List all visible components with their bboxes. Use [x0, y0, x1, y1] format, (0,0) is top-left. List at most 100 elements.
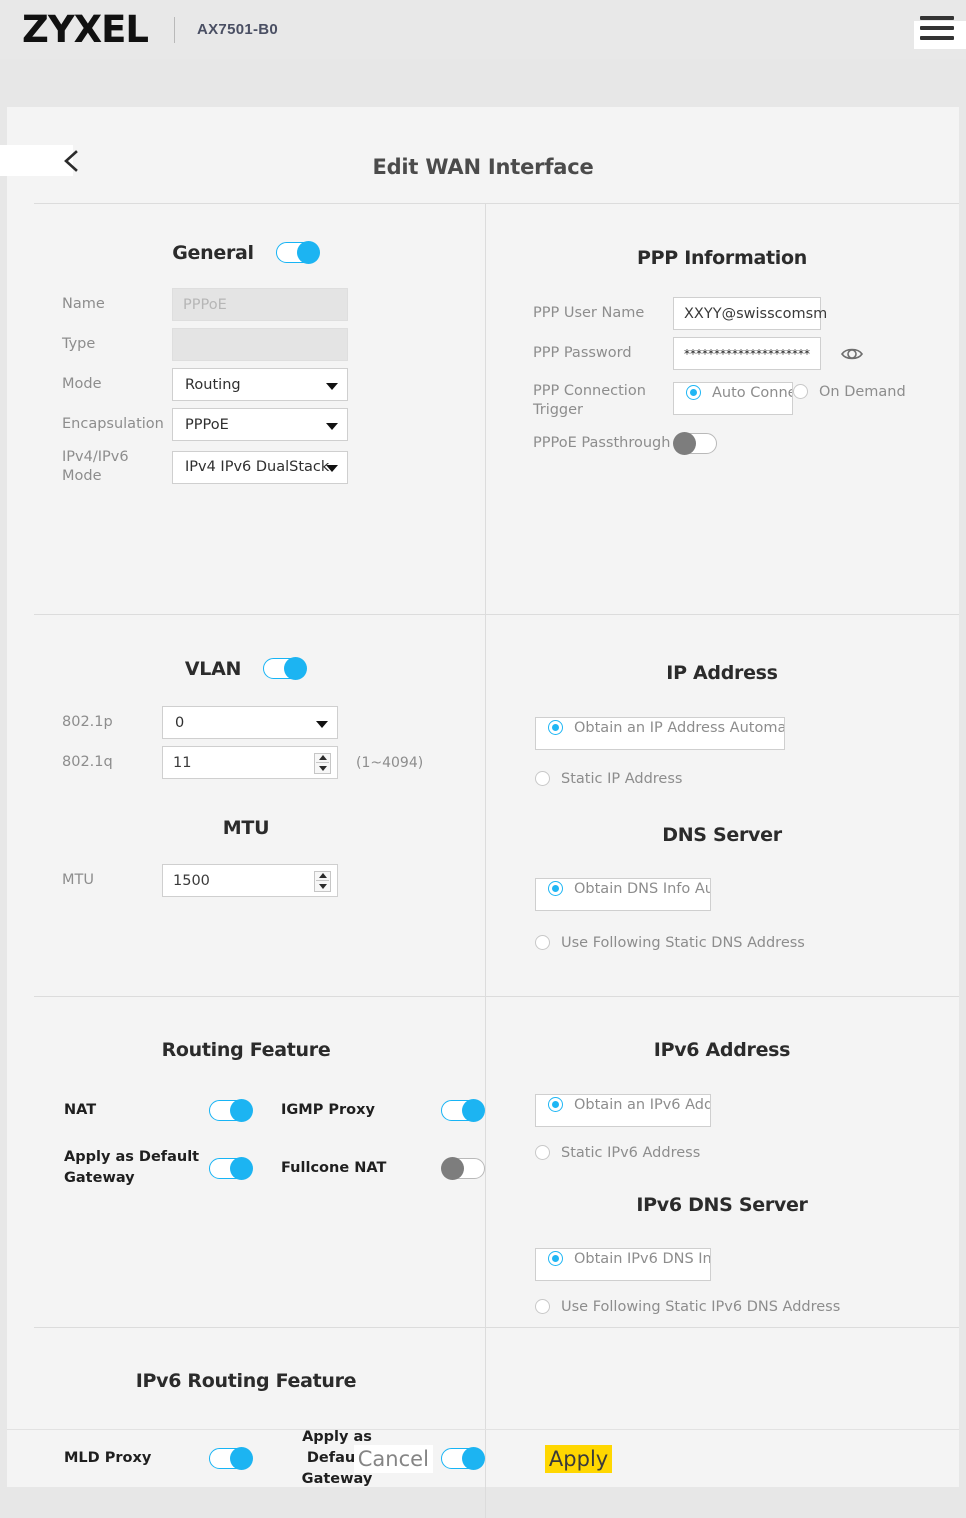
name-input: PPPoE	[172, 288, 348, 321]
ppp-trigger-option-on-demand[interactable]: On Demand	[793, 382, 906, 403]
ipmode-select[interactable]: IPv4 IPv6 DualStack	[172, 450, 348, 484]
field-8021p: 802.1p 0	[7, 706, 485, 739]
general-heading-row: General	[7, 241, 485, 264]
fullcone-nat-toggle[interactable]	[441, 1156, 485, 1180]
mode-select[interactable]: Routing	[172, 368, 348, 401]
nat-label: NAT	[64, 1102, 97, 1118]
ipmode-label: IPv4/IPv6 Mode	[62, 449, 129, 484]
apply-default-gateway-label: Apply as Default Gateway	[64, 1149, 200, 1186]
ipv6-routing-feature-heading: IPv6 Routing Feature	[135, 1370, 357, 1392]
ip-address-option-auto[interactable]: Obtain an IP Address Automatically	[535, 717, 785, 750]
radio-dot	[793, 384, 808, 399]
igmp-proxy-label: IGMP Proxy	[281, 1102, 375, 1118]
type-input	[172, 328, 348, 361]
ipmode-select-value: IPv4 IPv6 DualStack	[185, 459, 330, 475]
page-header: Edit WAN Interface	[0, 107, 959, 201]
routing-feature-row-2: Apply as Default Gateway Fullcone NAT	[7, 1147, 485, 1189]
ip-dns-panel: IP Address Obtain an IP Address Automati…	[485, 615, 959, 954]
toggle-knob	[230, 1156, 253, 1180]
stepper-down-icon	[318, 884, 327, 890]
apply-default-gateway-toggle[interactable]	[209, 1156, 253, 1180]
eye-icon[interactable]	[839, 341, 865, 367]
ppp-password-input[interactable]: *********************	[673, 337, 821, 370]
hamburger-icon[interactable]	[920, 13, 954, 43]
ipv6-address-heading: IPv6 Address	[653, 1039, 791, 1061]
ppp-information-heading: PPP Information	[637, 247, 807, 269]
ipv6-dns-option-auto[interactable]: Obtain IPv6 DNS Info Automatically	[535, 1248, 711, 1281]
dns-option-auto[interactable]: Obtain DNS Info Automatically	[535, 878, 711, 911]
encapsulation-label: Encapsulation	[62, 416, 164, 432]
ppp-username-input[interactable]: XXYY@swisscomsm	[673, 297, 827, 330]
mtu-label: MTU	[62, 872, 94, 888]
field-name: Name PPPoE	[7, 288, 485, 321]
stepper-up-icon	[318, 872, 327, 878]
hamburger-bar	[920, 36, 954, 40]
mtu-value: 1500	[173, 872, 210, 889]
ipv6-address-option-auto[interactable]: Obtain an IPv6 Address Automatically	[535, 1094, 711, 1127]
cancel-button[interactable]: Cancel	[353, 1444, 433, 1473]
app-header: ZYXEL AX7501-B0	[0, 0, 966, 59]
page-title: Edit WAN Interface	[372, 155, 594, 179]
stepper-up-icon	[318, 754, 327, 760]
vlan-q-stepper[interactable]: 11	[162, 746, 338, 779]
pppoe-passthrough-label: PPPoE Passthrough	[533, 435, 671, 451]
ipv6-dns-auto-label: Obtain IPv6 DNS Info Automatically	[574, 1251, 711, 1267]
field-ppp-username: PPP User Name XXYY@swisscomsm	[485, 297, 959, 330]
vlan-heading-row: VLAN	[7, 657, 485, 680]
dns-option-static[interactable]: Use Following Static DNS Address	[535, 933, 959, 954]
vlan-p-select[interactable]: 0	[162, 706, 338, 739]
ppp-trigger-label: PPP Connection Trigger	[533, 383, 646, 418]
ip-address-auto-label: Obtain an IP Address Automatically	[574, 720, 785, 736]
stepper-buttons[interactable]	[314, 870, 331, 892]
field-type: Type	[7, 328, 485, 361]
pppoe-passthrough-toggle[interactable]	[673, 432, 717, 455]
stepper-separator	[316, 762, 329, 764]
edit-wan-interface-card: Edit WAN Interface General Name PPPoE Ty…	[0, 107, 959, 1518]
chevron-down-icon	[326, 382, 338, 390]
vlan-q-value: 11	[173, 754, 192, 771]
field-ppp-trigger: PPP Connection Trigger Auto Connect On D…	[485, 382, 959, 420]
mtu-stepper[interactable]: 1500	[162, 864, 338, 897]
routing-feature-heading: Routing Feature	[161, 1039, 331, 1061]
ppp-trigger-option-auto-connect[interactable]: Auto Connect	[673, 382, 793, 415]
chevron-down-icon	[326, 465, 338, 472]
stepper-buttons[interactable]	[314, 752, 331, 774]
nat-toggle[interactable]	[209, 1099, 253, 1122]
vlan-p-label: 802.1p	[62, 714, 113, 730]
ip-address-heading: IP Address	[666, 662, 778, 684]
ip-address-option-static[interactable]: Static IP Address	[535, 769, 959, 790]
igmp-proxy-toggle[interactable]	[441, 1099, 485, 1122]
chevron-down-icon	[316, 720, 328, 728]
ipv6-address-option-static[interactable]: Static IPv6 Address	[535, 1143, 959, 1164]
field-mtu: MTU 1500	[7, 864, 485, 897]
dns-server-heading: DNS Server	[662, 824, 782, 846]
dns-static-label: Use Following Static DNS Address	[561, 935, 805, 951]
radio-dot	[535, 771, 550, 786]
general-heading: General	[172, 241, 254, 264]
routing-feature-row-1: NAT IGMP Proxy	[7, 1099, 485, 1122]
ipv6-dns-option-static[interactable]: Use Following Static IPv6 DNS Address	[535, 1297, 959, 1318]
toggle-knob	[296, 241, 320, 264]
radio-dot	[548, 881, 563, 896]
encapsulation-select[interactable]: PPPoE	[172, 408, 348, 441]
mode-select-value: Routing	[185, 376, 241, 393]
stepper-down-icon	[318, 766, 327, 772]
field-encapsulation: Encapsulation PPPoE	[7, 408, 485, 441]
general-enable-toggle[interactable]	[275, 241, 320, 264]
toggle-knob	[230, 1099, 253, 1122]
radio-dot	[535, 1145, 550, 1160]
apply-button[interactable]: Apply	[544, 1444, 613, 1473]
encapsulation-select-value: PPPoE	[185, 416, 229, 433]
ppp-trigger-on-demand-label: On Demand	[819, 384, 906, 400]
chevron-down-icon	[326, 422, 338, 430]
header-divider	[174, 16, 175, 43]
ipv6-address-panel: IPv6 Address Obtain an IPv6 Address Auto…	[485, 997, 959, 1318]
vlan-enable-toggle[interactable]	[263, 657, 308, 680]
hamburger-bar	[920, 26, 954, 30]
ipv6-address-auto-label: Obtain an IPv6 Address Automatically	[574, 1097, 711, 1113]
mode-label: Mode	[62, 376, 102, 392]
radio-dot	[548, 1251, 563, 1266]
mtu-heading: MTU	[222, 817, 270, 839]
toggle-knob	[673, 432, 696, 455]
ipv6-dns-server-heading: IPv6 DNS Server	[636, 1194, 808, 1216]
